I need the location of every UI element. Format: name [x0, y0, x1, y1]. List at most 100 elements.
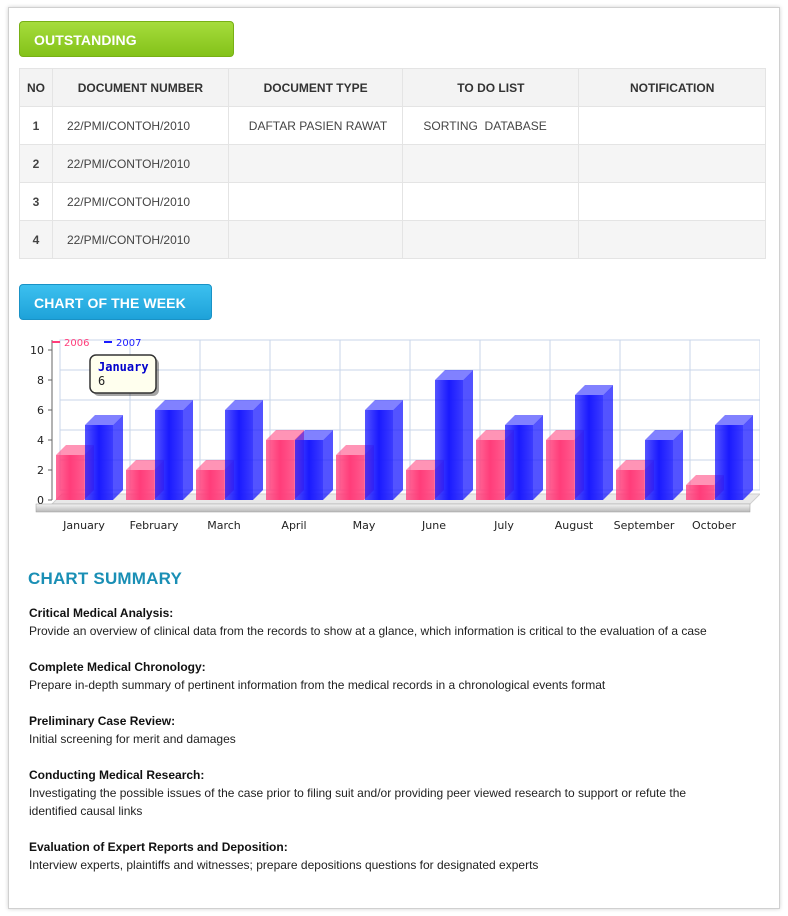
x-tick-label: March	[207, 519, 241, 532]
row-document-number: 22/PMI/CONTOH/2010	[51, 106, 229, 145]
bar-side	[603, 385, 613, 500]
bar-2007-march	[225, 410, 253, 500]
bar-2006-may	[336, 455, 364, 500]
bar-side	[183, 400, 193, 500]
chart-floor-front	[35, 503, 751, 513]
row-document-number: 22/PMI/CONTOH/2010	[51, 220, 229, 259]
summary-item-heading: Evaluation of Expert Reports and Deposit…	[29, 840, 288, 854]
tooltip-value: 6	[98, 374, 105, 388]
bar-2007-february	[155, 410, 183, 500]
summary-item: Conducting Medical Research: Investigati…	[29, 766, 729, 820]
row-document-type: DAFTAR PASIEN RAWAT	[227, 106, 404, 145]
row-notification	[578, 144, 766, 183]
x-tick-label: October	[692, 519, 736, 532]
table-row[interactable]: 2 22/PMI/CONTOH/2010	[19, 144, 766, 183]
row-document-number: 22/PMI/CONTOH/2010	[51, 182, 229, 221]
row-to-do	[402, 144, 580, 183]
bar-2006-april	[266, 440, 294, 500]
table-row[interactable]: 1 22/PMI/CONTOH/2010 DAFTAR PASIEN RAWAT…	[19, 106, 766, 145]
bar-chart: 0246810January February March April May June J…	[30, 338, 762, 532]
bar-side	[113, 415, 123, 500]
row-to-do: SORTING DATABASE	[402, 106, 580, 145]
summary-item-text: Prepare in-depth summary of pertinent in…	[29, 678, 606, 692]
bar-side	[673, 430, 683, 500]
column-header-document-type: DOCUMENT TYPE	[227, 68, 404, 107]
summary-item-text: Investigating the possible issues of the…	[29, 786, 687, 818]
summary-item-heading: Critical Medical Analysis:	[29, 606, 174, 620]
x-tick-label: January	[62, 519, 105, 532]
x-tick-label: April	[281, 519, 306, 532]
y-tick-label: 10	[30, 344, 44, 357]
bar-2006-september	[616, 470, 644, 500]
column-header-notification: NOTIFICATION	[578, 68, 766, 107]
bar-chart-container: 0 2 4 6 8 10 January February March April May June J…	[20, 334, 762, 554]
bar-side	[253, 400, 263, 500]
summary-item-text: Initial screening for merit and damages	[29, 732, 236, 746]
bar-2007-august	[575, 395, 603, 500]
bar-2007-may	[365, 410, 393, 500]
bar-2006-july	[476, 440, 504, 500]
row-notification	[578, 106, 766, 145]
row-no: 2	[19, 144, 53, 183]
summary-item-heading: Conducting Medical Research:	[29, 768, 205, 782]
chart-of-the-week-button[interactable]: CHART OF THE WEEK	[19, 284, 212, 320]
bar-2006-october	[686, 485, 714, 500]
x-tick-label: June	[421, 519, 446, 532]
bar-2007-july	[505, 425, 533, 500]
y-tick-label: 4	[37, 434, 44, 447]
row-document-type	[227, 220, 404, 259]
summary-item: Critical Medical Analysis: Provide an ov…	[29, 604, 729, 640]
legend-label-2006: 2006	[64, 338, 89, 349]
x-tick-label: August	[555, 519, 594, 532]
chart-summary: Critical Medical Analysis: Provide an ov…	[29, 604, 729, 892]
summary-item-heading: Preliminary Case Review:	[29, 714, 176, 728]
chart-summary-title: CHART SUMMARY	[28, 569, 183, 588]
bar-2007-june	[435, 380, 463, 500]
table-row[interactable]: 4 22/PMI/CONTOH/2010	[19, 220, 766, 259]
bar-2007-october	[715, 425, 743, 500]
column-header-no: NO	[19, 68, 53, 107]
bar-side	[393, 400, 403, 500]
outstanding-document-button[interactable]: OUTSTANDING DOCUMENT	[19, 21, 234, 84]
document-table: NO DOCUMENT NUMBER DOCUMENT TYPE TO DO L…	[19, 68, 766, 259]
legend-label-2007: 2007	[116, 338, 141, 349]
column-header-document-number: DOCUMENT NUMBER	[51, 68, 229, 107]
table-row[interactable]: 3 22/PMI/CONTOH/2010	[19, 182, 766, 221]
summary-item: Evaluation of Expert Reports and Deposit…	[29, 838, 729, 874]
row-document-type	[227, 182, 404, 221]
row-no: 4	[19, 220, 53, 259]
x-tick-label: May	[353, 519, 376, 532]
bar-side	[463, 370, 473, 500]
bar-2006-january	[56, 455, 84, 500]
bar-side	[743, 415, 753, 500]
tooltip-category: January	[98, 360, 149, 374]
y-tick-label: 8	[37, 374, 44, 387]
summary-item-heading: Complete Medical Chronology:	[29, 660, 206, 674]
row-no: 3	[19, 182, 53, 221]
summary-item-text: Interview experts, plaintiffs and witnes…	[29, 858, 539, 872]
row-document-number: 22/PMI/CONTOH/2010	[51, 144, 229, 183]
bar-2006-february	[126, 470, 154, 500]
x-tick-label: September	[614, 519, 675, 532]
table-header-row: NO DOCUMENT NUMBER DOCUMENT TYPE TO DO L…	[19, 68, 766, 107]
bar-2006-august	[546, 440, 574, 500]
row-notification	[578, 220, 766, 259]
row-to-do	[402, 182, 580, 221]
row-no: 1	[19, 106, 53, 145]
bar-2007-april	[295, 440, 323, 500]
bar-side	[323, 430, 333, 500]
column-header-to-do-list: TO DO LIST	[402, 68, 580, 107]
bar-2006-june	[406, 470, 434, 500]
row-document-type	[227, 144, 404, 183]
summary-item-text: Provide an overview of clinical data fro…	[29, 624, 707, 638]
bar-2007-september	[645, 440, 673, 500]
y-tick-label: 6	[37, 404, 44, 417]
bar-2007-january	[85, 425, 113, 500]
x-tick-label: July	[493, 519, 514, 532]
row-notification	[578, 182, 766, 221]
bar-side	[533, 415, 543, 500]
summary-item: Complete Medical Chronology: Prepare in-…	[29, 658, 729, 694]
x-tick-label: February	[130, 519, 179, 532]
bar-2006-march	[196, 470, 224, 500]
summary-item: Preliminary Case Review: Initial screeni…	[29, 712, 729, 748]
